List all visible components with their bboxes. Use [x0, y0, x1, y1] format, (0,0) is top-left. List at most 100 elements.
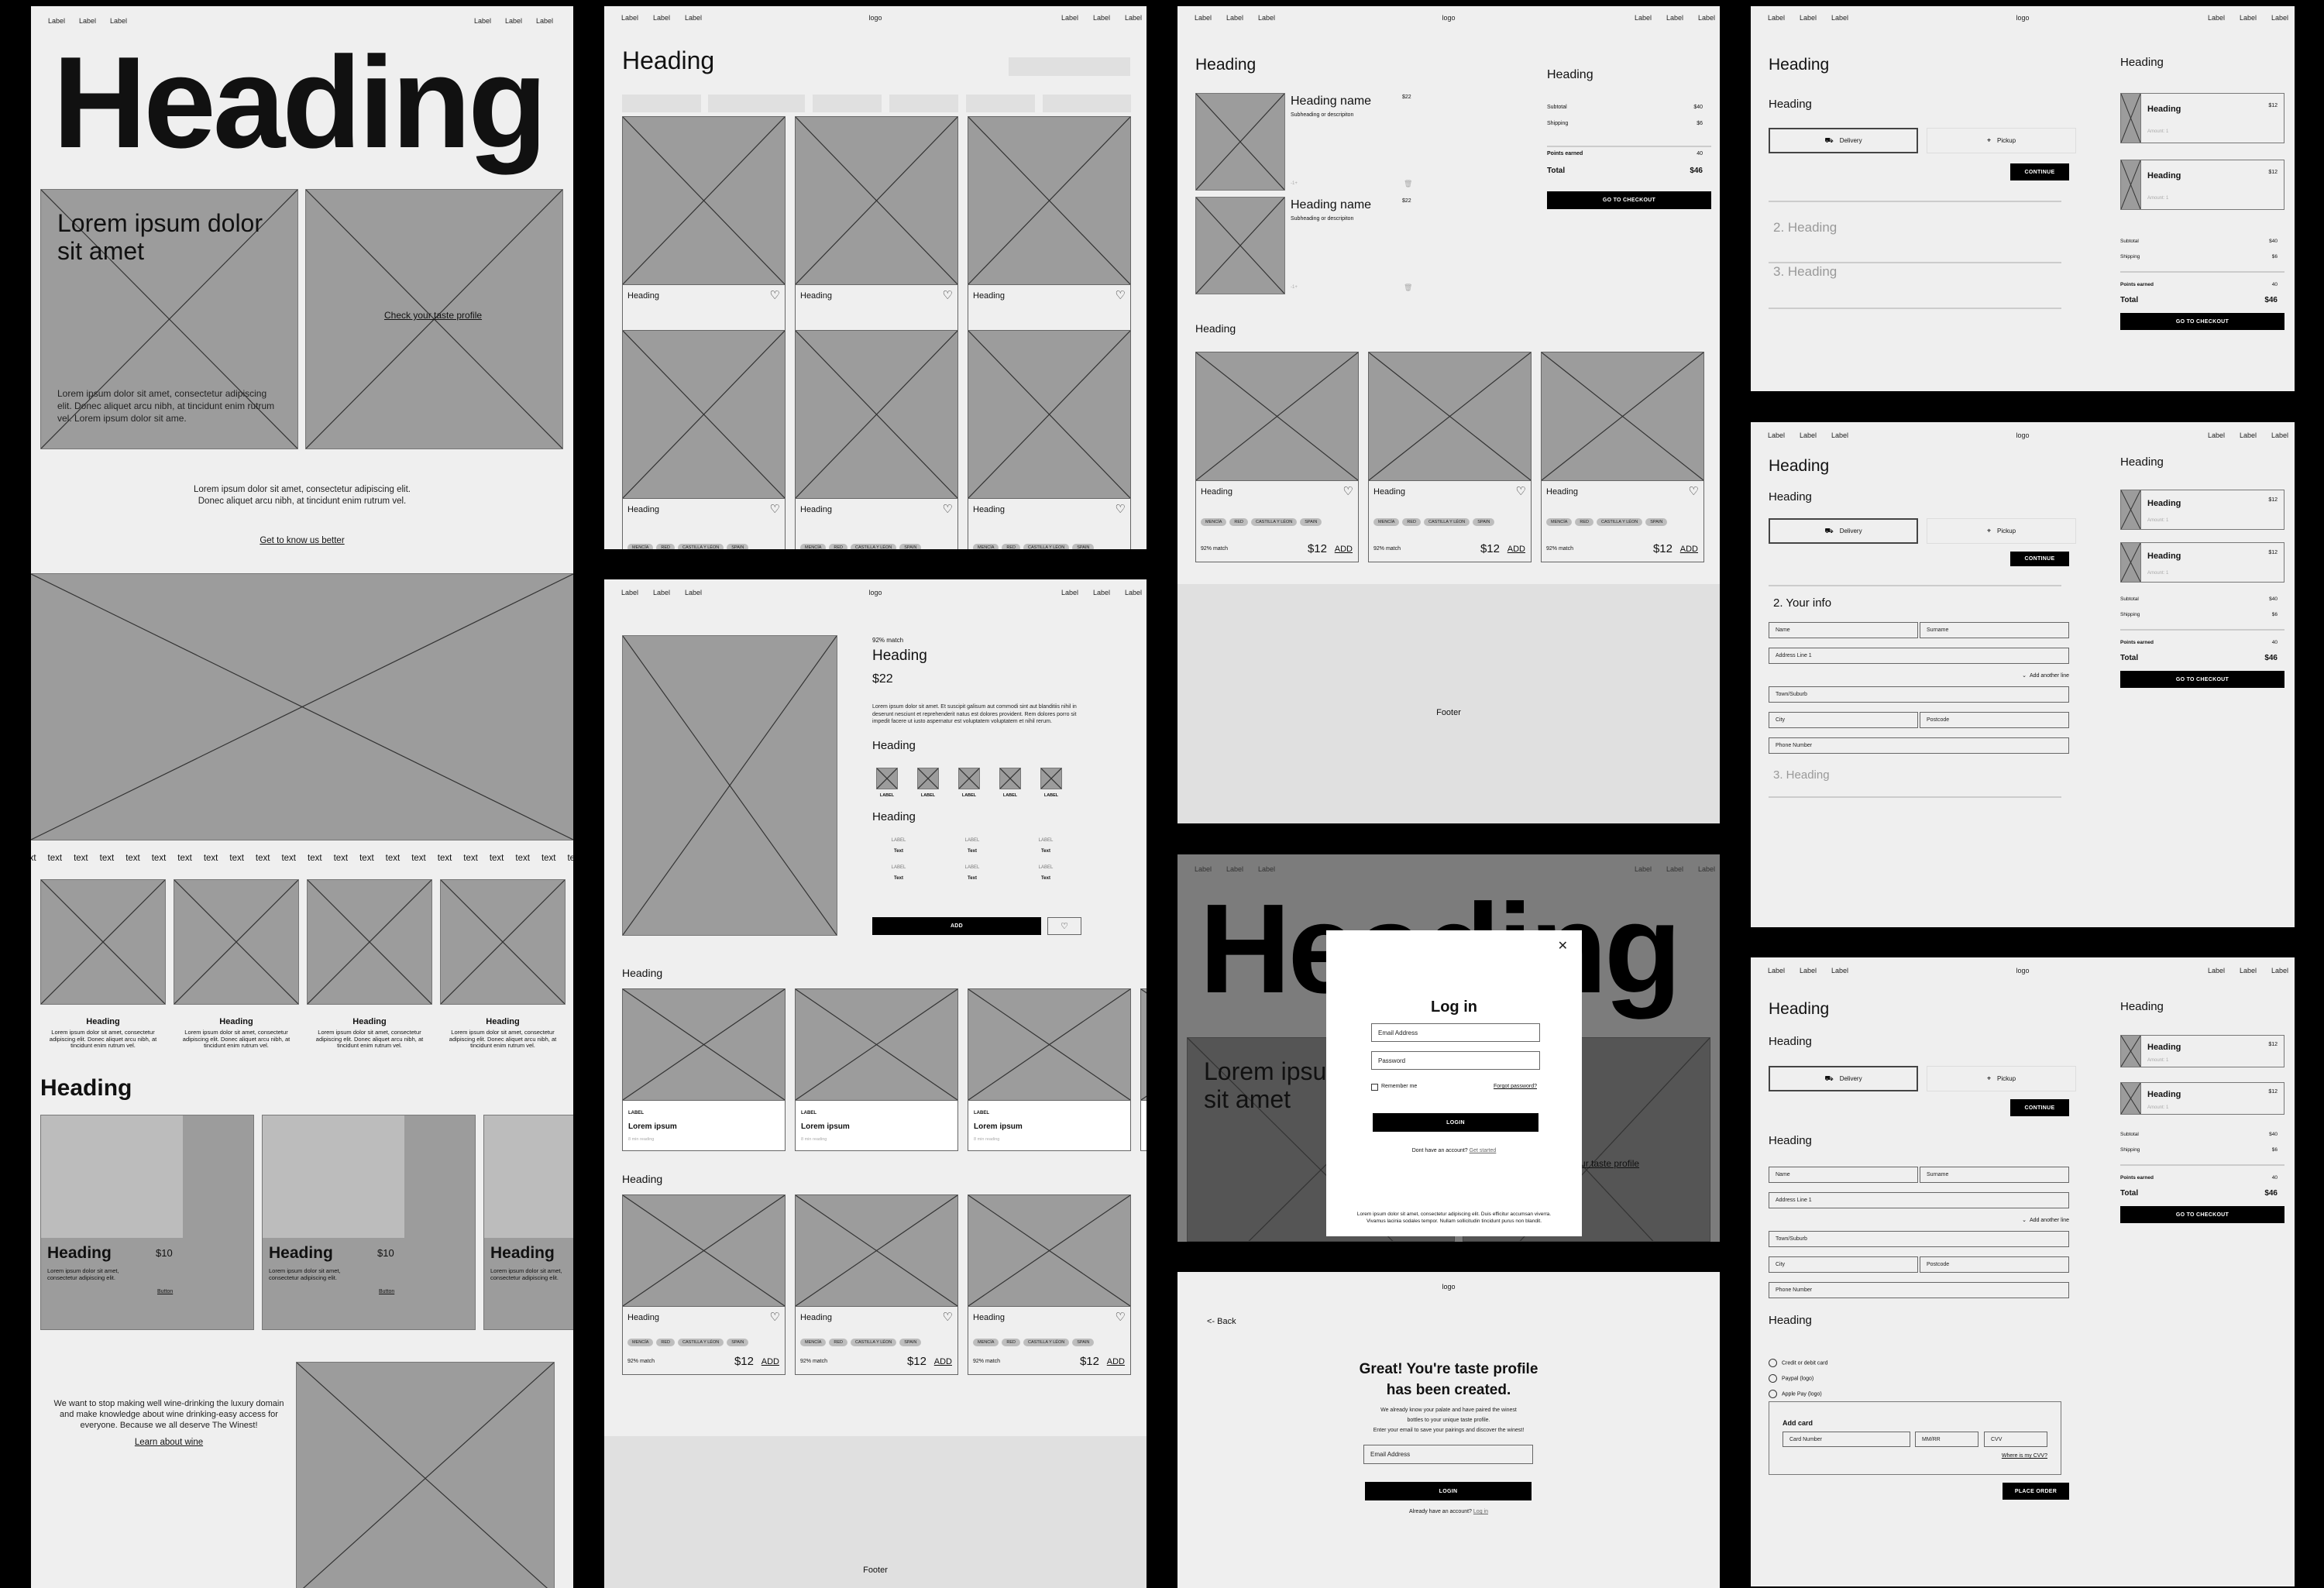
- filter-chip[interactable]: [622, 95, 701, 112]
- continue-button[interactable]: CONTINUE: [2010, 163, 2069, 180]
- cvv-help-link[interactable]: Where is my CVV?: [2002, 1453, 2047, 1459]
- nav-link[interactable]: Label: [79, 17, 96, 25]
- add-to-cart-button[interactable]: ADD: [872, 917, 1041, 935]
- product-card[interactable]: Heading ♡ MENCÍAREDCASTILLA Y LÉONSPAIN …: [1541, 352, 1704, 562]
- add-to-cart-link[interactable]: ADD: [1107, 1357, 1125, 1366]
- promo-card-button[interactable]: Button: [379, 1289, 394, 1294]
- learn-wine-link[interactable]: Learn about wine: [53, 1438, 285, 1447]
- nav-link[interactable]: Label: [621, 14, 638, 22]
- product-card[interactable]: Heading ♡ MENCÍAREDCASTILLA Y LÉONSPAIN …: [795, 330, 958, 549]
- logo[interactable]: logo: [868, 14, 882, 22]
- nav-link[interactable]: Label: [685, 589, 702, 596]
- heart-icon[interactable]: ♡: [770, 290, 780, 301]
- swatch-image[interactable]: [999, 768, 1021, 789]
- pickup-option[interactable]: ⌖ Pickup: [1927, 128, 2076, 153]
- log-in-link[interactable]: Log in: [1473, 1509, 1488, 1514]
- delivery-option[interactable]: ⛟ Delivery: [1769, 518, 1918, 544]
- heart-icon[interactable]: ♡: [943, 1311, 953, 1323]
- payment-option[interactable]: Paypal (logo): [1769, 1374, 1813, 1383]
- city-input[interactable]: City: [1769, 712, 1918, 728]
- taste-profile-link[interactable]: Check your taste profile: [384, 310, 482, 321]
- add-to-cart-link[interactable]: ADD: [761, 1357, 779, 1366]
- pickup-option[interactable]: ⌖ Pickup: [1927, 518, 2076, 544]
- password-input[interactable]: Password: [1371, 1051, 1540, 1070]
- filter-chip[interactable]: [1043, 95, 1131, 112]
- nav-link[interactable]: Label: [1768, 431, 1785, 439]
- promo-card[interactable]: Heading $10 Lorem ipsum dolor sit amet, …: [262, 1115, 476, 1330]
- place-order-button[interactable]: PLACE ORDER: [2003, 1483, 2069, 1500]
- nav-link[interactable]: Label: [1831, 431, 1848, 439]
- nav-link[interactable]: Label: [1061, 589, 1078, 596]
- name-input[interactable]: Name: [1769, 1167, 1918, 1183]
- product-card[interactable]: Heading ♡ MENCÍAREDCASTILLA Y LÉONSPAIN …: [968, 330, 1131, 549]
- nav-link[interactable]: Label: [653, 14, 670, 22]
- nav-link[interactable]: Label: [1061, 14, 1078, 22]
- filter-chip[interactable]: [708, 95, 805, 112]
- nav-link[interactable]: Label: [2208, 14, 2225, 22]
- login-button[interactable]: LOGIN: [1365, 1482, 1532, 1500]
- nav-link[interactable]: Label: [1800, 14, 1817, 22]
- heart-icon[interactable]: ♡: [770, 1311, 780, 1323]
- nav-link[interactable]: Label: [1195, 14, 1212, 22]
- filter-chip[interactable]: [889, 95, 958, 112]
- go-to-checkout-button[interactable]: GO TO CHECKOUT: [2120, 671, 2284, 688]
- card-number-input[interactable]: Card Number: [1783, 1432, 1910, 1447]
- heart-icon[interactable]: ♡: [1116, 290, 1126, 301]
- remember-checkbox[interactable]: [1371, 1084, 1378, 1091]
- nav-link[interactable]: Label: [621, 589, 638, 596]
- radio-button[interactable]: [1769, 1374, 1777, 1383]
- nav-link[interactable]: Label: [2271, 14, 2288, 22]
- email-input[interactable]: Email Address: [1363, 1445, 1533, 1464]
- phone-input[interactable]: Phone Number: [1769, 737, 2069, 754]
- nav-link[interactable]: Label: [1258, 14, 1275, 22]
- go-to-checkout-button[interactable]: GO TO CHECKOUT: [1547, 191, 1711, 209]
- nav-link[interactable]: Label: [1768, 967, 1785, 974]
- promo-card-button[interactable]: Button: [157, 1289, 173, 1294]
- town-input[interactable]: Town/Suburb: [1769, 686, 2069, 703]
- continue-button[interactable]: CONTINUE: [2010, 552, 2069, 566]
- payment-option[interactable]: Apple Pay (logo): [1769, 1390, 1822, 1398]
- heart-icon[interactable]: ♡: [1116, 1311, 1126, 1323]
- go-to-checkout-button[interactable]: GO TO CHECKOUT: [2120, 313, 2284, 330]
- add-to-cart-link[interactable]: ADD: [1680, 545, 1698, 554]
- town-input[interactable]: Town/Suburb: [1769, 1231, 2069, 1247]
- nav-link[interactable]: Label: [1226, 14, 1243, 22]
- nav-link[interactable]: Label: [2240, 967, 2257, 974]
- trash-icon[interactable]: 🗑: [1404, 284, 1412, 292]
- logo[interactable]: logo: [1442, 14, 1455, 22]
- add-another-line-toggle[interactable]: ⌄ Add another line: [2022, 1217, 2069, 1223]
- heart-icon[interactable]: ♡: [1343, 486, 1353, 497]
- nav-link[interactable]: Label: [1258, 865, 1275, 873]
- nav-link[interactable]: Label: [1635, 865, 1652, 873]
- trash-icon[interactable]: 🗑: [1404, 180, 1412, 188]
- nav-link[interactable]: Label: [2240, 431, 2257, 439]
- delivery-option[interactable]: ⛟ Delivery: [1769, 128, 1918, 153]
- nav-link[interactable]: Label: [2271, 431, 2288, 439]
- forgot-password-link[interactable]: Forgot password?: [1494, 1084, 1537, 1089]
- quantity-stepper[interactable]: -1+: [1291, 181, 1298, 186]
- nav-link[interactable]: Label: [1093, 589, 1110, 596]
- nav-link[interactable]: Label: [1800, 431, 1817, 439]
- nav-link[interactable]: Label: [505, 17, 522, 25]
- nav-link[interactable]: Label: [1768, 14, 1785, 22]
- add-to-cart-link[interactable]: ADD: [1508, 545, 1525, 554]
- city-input[interactable]: City: [1769, 1256, 1918, 1273]
- postcode-input[interactable]: Postcode: [1920, 1256, 2069, 1273]
- radio-button[interactable]: [1769, 1390, 1777, 1398]
- promo-card[interactable]: Heading Lorem ipsum dolor sit amet, cons…: [483, 1115, 573, 1330]
- logo[interactable]: logo: [2016, 14, 2029, 22]
- expiry-input[interactable]: MM/RR: [1915, 1432, 1978, 1447]
- continue-button[interactable]: CONTINUE: [2010, 1099, 2069, 1116]
- logo[interactable]: logo: [2016, 967, 2029, 974]
- nav-link[interactable]: Label: [685, 14, 702, 22]
- swatch-image[interactable]: [1040, 768, 1062, 789]
- get-started-link[interactable]: Get started: [1470, 1148, 1497, 1153]
- quantity-stepper[interactable]: -1+: [1291, 285, 1298, 290]
- address-line-1-input[interactable]: Address Line 1: [1769, 648, 2069, 664]
- close-icon[interactable]: ✕: [1558, 938, 1568, 954]
- nav-link[interactable]: Label: [536, 17, 553, 25]
- heart-icon[interactable]: ♡: [770, 504, 780, 515]
- nav-link[interactable]: Label: [1125, 14, 1142, 22]
- nav-link[interactable]: Label: [1093, 14, 1110, 22]
- payment-option[interactable]: Credit or debit card: [1769, 1359, 1828, 1367]
